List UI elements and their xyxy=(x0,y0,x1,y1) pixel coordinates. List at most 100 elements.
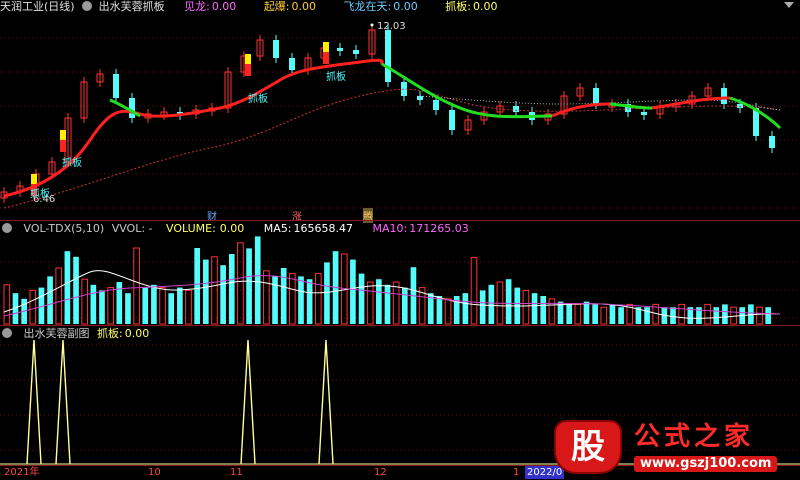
volume-bar xyxy=(125,293,131,324)
signal-label-3: 抓板 xyxy=(248,94,268,105)
candle-body xyxy=(113,74,119,98)
volume-bar xyxy=(531,293,538,324)
signal-spike xyxy=(318,339,334,465)
volume-bar xyxy=(202,259,209,324)
xaxis-label-1: 1 xyxy=(513,467,520,478)
volume-bar xyxy=(574,303,582,325)
xaxis-label-11: 11 xyxy=(230,467,243,478)
candle-body xyxy=(417,96,423,100)
volume-bar xyxy=(246,248,252,324)
volume-bar xyxy=(401,287,408,324)
sub-indicator-name: 出水芙蓉副图 xyxy=(23,327,90,340)
volume-bar xyxy=(263,270,270,325)
gear-icon[interactable] xyxy=(2,223,12,233)
volume-bar xyxy=(298,276,304,324)
volume-bar xyxy=(55,267,63,325)
watermark-url: www.gszj100.com xyxy=(634,456,778,472)
volume-bar xyxy=(314,273,322,325)
volume-bar xyxy=(436,296,443,324)
volume-bar xyxy=(548,298,556,325)
volume-bar xyxy=(540,296,547,324)
volume-bar xyxy=(194,248,200,324)
candle-body xyxy=(433,100,439,110)
sub-panel-header: 出水芙蓉副图 抓板: 0.00 xyxy=(0,327,165,341)
volume-bar xyxy=(64,251,71,324)
candle-body xyxy=(129,98,135,118)
watermark-logo: 股 公式之家 www.gszj100.com xyxy=(556,420,792,476)
xaxis-label-2021: 2021年 xyxy=(4,467,40,478)
volume-bar xyxy=(151,284,157,324)
candle-body xyxy=(593,88,599,104)
signal-marker xyxy=(60,140,66,152)
volume-bar xyxy=(583,301,590,324)
volume-bar xyxy=(522,289,530,325)
volume-bar xyxy=(324,262,330,324)
signal-marker xyxy=(31,174,37,184)
volume-bar xyxy=(600,306,608,325)
candle-body xyxy=(289,58,295,70)
watermark-char: 股 xyxy=(571,427,605,467)
volume-bar xyxy=(670,307,676,324)
volume-bar xyxy=(678,303,685,325)
signal-marker xyxy=(245,54,251,64)
gear-icon[interactable] xyxy=(2,328,12,338)
volume-bar xyxy=(90,284,97,324)
volume-bar xyxy=(505,279,512,324)
ma5-value: MA5: 165658.47 xyxy=(263,222,354,235)
volume-bar xyxy=(280,268,287,324)
volume-bar xyxy=(350,259,356,324)
volume-bar xyxy=(254,236,261,324)
volume-bar xyxy=(177,287,183,324)
volume-bar xyxy=(306,279,313,324)
candle-body xyxy=(353,50,359,54)
volume-bar xyxy=(159,287,166,325)
volume-bar xyxy=(488,284,495,324)
signal-label-2: 抓板 xyxy=(62,158,82,169)
volume-bar xyxy=(237,242,244,325)
volume-bar xyxy=(99,290,105,324)
volume-bar xyxy=(592,304,598,324)
volume-bar xyxy=(81,278,89,325)
volume-bar xyxy=(444,298,452,325)
watermark-title: 公式之家 xyxy=(634,422,755,452)
candle-body xyxy=(769,136,775,148)
signal-marker xyxy=(323,42,329,52)
volume-bar xyxy=(609,304,616,324)
panel-divider-2 xyxy=(0,325,800,326)
volume-bar xyxy=(220,265,226,324)
signal-marker xyxy=(245,64,251,76)
volume-bar xyxy=(713,307,720,324)
volume-bar xyxy=(73,256,79,324)
volume-bar xyxy=(644,307,650,324)
xaxis-label-12: 12 xyxy=(374,467,387,478)
signal-marker xyxy=(60,130,66,140)
volume-bar xyxy=(185,289,192,325)
watermark-badge-icon: 股 xyxy=(556,422,620,472)
volume-bar xyxy=(756,306,763,325)
signal-spike xyxy=(26,339,42,465)
candle-body xyxy=(449,110,455,130)
volume-bar xyxy=(566,304,573,324)
ma-green-line xyxy=(381,62,553,119)
volume-bar xyxy=(462,293,469,324)
volume-bar xyxy=(29,289,37,325)
volume-value: VOLUME: 0.00 xyxy=(166,222,245,235)
signal-label-4: 抓板 xyxy=(326,72,346,83)
volume-bar xyxy=(107,287,114,325)
volume-bar xyxy=(704,303,711,325)
panel-divider-1 xyxy=(0,220,800,221)
signal-spike xyxy=(240,339,256,465)
volume-bar xyxy=(47,276,53,324)
volume-bar xyxy=(765,307,771,324)
candle-body xyxy=(273,40,279,58)
volume-panel-header: VOL-TDX(5,10) VVOL: - VOLUME: 0.00 MA5: 16… xyxy=(0,222,485,236)
signal-marker xyxy=(323,52,329,64)
volume-bar xyxy=(228,254,235,324)
chart-canvas[interactable] xyxy=(0,0,800,480)
sub-signal-value: 抓板: 0.00 xyxy=(97,327,150,340)
signal-label-1: 抓板 xyxy=(30,189,50,200)
vvol-value: VVOL: - xyxy=(111,222,153,235)
signal-spike xyxy=(55,339,71,465)
volume-bar xyxy=(479,290,486,324)
high-price-label: 12.03 xyxy=(377,21,406,32)
